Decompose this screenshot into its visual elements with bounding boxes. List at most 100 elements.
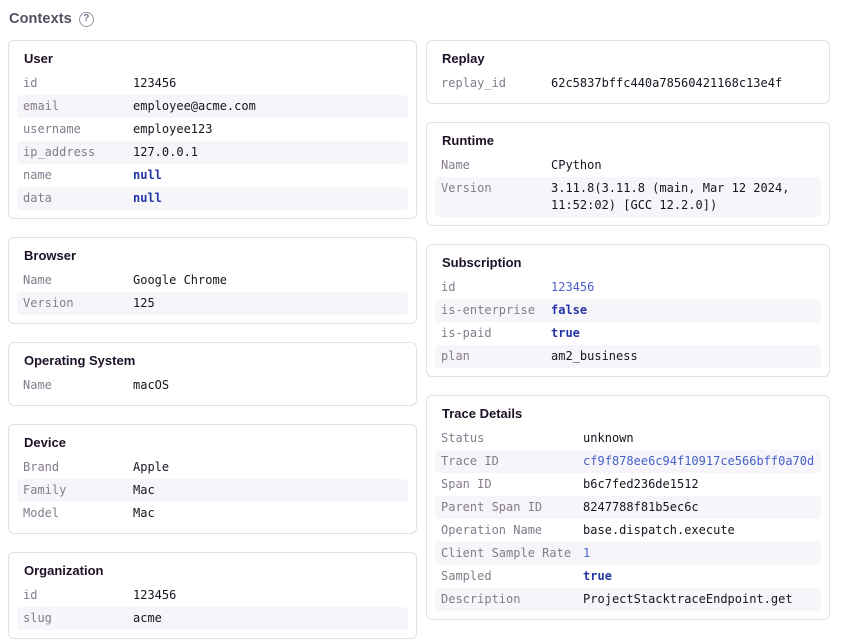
context-value: 123456 xyxy=(127,72,408,95)
context-row: Name Google Chrome xyxy=(17,269,408,292)
context-value: 62c5837bffc440a78560421168c13e4f xyxy=(545,72,821,95)
page-title: Contexts xyxy=(9,11,72,27)
left-column: User id 123456 email employee@acme.com u… xyxy=(8,40,417,639)
context-kv-table: Name CPython Version 3.11.8(3.11.8 (main… xyxy=(435,154,821,217)
context-value: true xyxy=(577,565,821,588)
right-column: Replay replay_id 62c5837bffc440a78560421… xyxy=(426,40,830,620)
context-kv-table: Name macOS xyxy=(17,374,408,397)
context-kv-table: id 123456 slug acme xyxy=(17,584,408,630)
context-key: data xyxy=(17,187,127,210)
context-row: Trace ID cf9f878ee6c94f10917ce566bff0a70… xyxy=(435,450,821,473)
context-card-title: Runtime xyxy=(442,133,821,148)
context-kv-table: id 123456 email employee@acme.com userna… xyxy=(17,72,408,210)
context-value: am2_business xyxy=(545,345,821,368)
context-value: 127.0.0.1 xyxy=(127,141,408,164)
context-key: slug xyxy=(17,607,127,630)
context-value: 1 xyxy=(577,542,821,565)
context-key: Name xyxy=(17,269,127,292)
context-value: null xyxy=(127,164,408,187)
context-value: 123456 xyxy=(545,276,821,299)
context-value: employee@acme.com xyxy=(127,95,408,118)
context-row: id 123456 xyxy=(435,276,821,299)
context-key: username xyxy=(17,118,127,141)
context-card-title: Subscription xyxy=(442,255,821,270)
context-key: Brand xyxy=(17,456,127,479)
context-row: Version 125 xyxy=(17,292,408,315)
context-value: unknown xyxy=(577,427,821,450)
context-row: plan am2_business xyxy=(435,345,821,368)
context-row: Family Mac xyxy=(17,479,408,502)
context-card-device: Device Brand Apple Family Mac Model Mac xyxy=(8,424,417,534)
context-value: CPython xyxy=(545,154,821,177)
context-value: 123456 xyxy=(127,584,408,607)
context-key: replay_id xyxy=(435,72,545,95)
context-kv-table: Status unknown Trace ID cf9f878ee6c94f10… xyxy=(435,427,821,611)
context-row: email employee@acme.com xyxy=(17,95,408,118)
context-value: 125 xyxy=(127,292,408,315)
context-card-operating-system: Operating System Name macOS xyxy=(8,342,417,406)
context-key: ip_address xyxy=(17,141,127,164)
context-row: replay_id 62c5837bffc440a78560421168c13e… xyxy=(435,72,821,95)
context-row: id 123456 xyxy=(17,72,408,95)
context-key: id xyxy=(17,584,127,607)
context-value: Mac xyxy=(127,502,408,525)
context-key: Model xyxy=(17,502,127,525)
context-row: Name macOS xyxy=(17,374,408,397)
context-key: is-enterprise xyxy=(435,299,545,322)
context-value: acme xyxy=(127,607,408,630)
trace-id-link[interactable]: cf9f878ee6c94f10917ce566bff0a70d xyxy=(577,450,821,473)
context-row: Client Sample Rate 1 xyxy=(435,542,821,565)
context-card-organization: Organization id 123456 slug acme xyxy=(8,552,417,639)
context-value: 8247788f81b5ec6c xyxy=(577,496,821,519)
context-row: Span ID b6c7fed236de1512 xyxy=(435,473,821,496)
context-value: ProjectStacktraceEndpoint.get xyxy=(577,588,821,611)
context-value: false xyxy=(545,299,821,322)
context-key: Version xyxy=(435,177,545,217)
context-kv-table: Name Google Chrome Version 125 xyxy=(17,269,408,315)
context-key: Span ID xyxy=(435,473,577,496)
context-card-browser: Browser Name Google Chrome Version 125 xyxy=(8,237,417,324)
context-key: id xyxy=(17,72,127,95)
context-row: ip_address 127.0.0.1 xyxy=(17,141,408,164)
context-value: Mac xyxy=(127,479,408,502)
context-key: email xyxy=(17,95,127,118)
context-value: b6c7fed236de1512 xyxy=(577,473,821,496)
context-card-title: Operating System xyxy=(24,353,408,368)
context-key: Family xyxy=(17,479,127,502)
context-key: Version xyxy=(17,292,127,315)
page-header: Contexts ? xyxy=(9,11,836,27)
context-row: Status unknown xyxy=(435,427,821,450)
context-row: Sampled true xyxy=(435,565,821,588)
context-value: Apple xyxy=(127,456,408,479)
context-card-replay: Replay replay_id 62c5837bffc440a78560421… xyxy=(426,40,830,104)
context-value: macOS xyxy=(127,374,408,397)
context-key: Trace ID xyxy=(435,450,577,473)
context-card-title: Organization xyxy=(24,563,408,578)
context-row: Name CPython xyxy=(435,154,821,177)
context-value: base.dispatch.execute xyxy=(577,519,821,542)
context-key: id xyxy=(435,276,545,299)
context-key: is-paid xyxy=(435,322,545,345)
context-key: Client Sample Rate xyxy=(435,542,577,565)
context-card-user: User id 123456 email employee@acme.com u… xyxy=(8,40,417,219)
context-key: plan xyxy=(435,345,545,368)
context-row: slug acme xyxy=(17,607,408,630)
context-row: Brand Apple xyxy=(17,456,408,479)
context-row: data null xyxy=(17,187,408,210)
context-card-trace-details: Trace Details Status unknown Trace ID cf… xyxy=(426,395,830,620)
context-kv-table: replay_id 62c5837bffc440a78560421168c13e… xyxy=(435,72,821,95)
context-row: Operation Name base.dispatch.execute xyxy=(435,519,821,542)
context-row: Version 3.11.8(3.11.8 (main, Mar 12 2024… xyxy=(435,177,821,217)
help-icon[interactable]: ? xyxy=(79,12,94,27)
context-row: Parent Span ID 8247788f81b5ec6c xyxy=(435,496,821,519)
context-row: is-paid true xyxy=(435,322,821,345)
contexts-grid: User id 123456 email employee@acme.com u… xyxy=(8,40,836,639)
context-card-subscription: Subscription id 123456 is-enterprise fal… xyxy=(426,244,830,377)
context-key: Name xyxy=(17,374,127,397)
context-key: Parent Span ID xyxy=(435,496,577,519)
context-kv-table: id 123456 is-enterprise false is-paid tr… xyxy=(435,276,821,368)
context-row: is-enterprise false xyxy=(435,299,821,322)
context-key: name xyxy=(17,164,127,187)
context-card-title: Replay xyxy=(442,51,821,66)
context-card-title: Trace Details xyxy=(442,406,821,421)
